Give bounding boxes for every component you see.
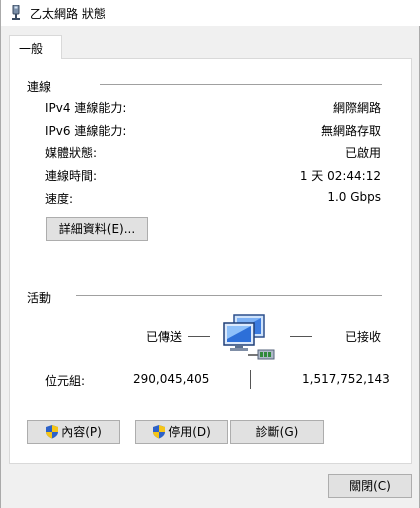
- bytes-received-value: 1,517,752,143: [302, 372, 390, 386]
- diagnose-button[interactable]: 診斷(G): [230, 420, 324, 444]
- title-bar[interactable]: 乙太網路 狀態: [1, 0, 420, 26]
- details-button[interactable]: 詳細資料(E)...: [46, 217, 148, 241]
- activity-divider: [76, 295, 382, 296]
- ipv6-label: IPv6 連線能力:: [45, 124, 127, 138]
- tab-general-label: 一般: [19, 42, 44, 56]
- media-state-label: 媒體狀態:: [45, 146, 98, 160]
- ipv4-label: IPv4 連線能力:: [45, 101, 127, 115]
- general-panel: 連線 IPv4 連線能力: 網際網路 IPv6 連線能力: 無網路存取 媒體狀態…: [9, 58, 412, 464]
- window-title: 乙太網路 狀態: [30, 7, 106, 21]
- duration-value: 1 天 02:44:12: [299, 169, 381, 183]
- properties-button[interactable]: 內容(P): [27, 420, 120, 444]
- bytes-label: 位元組:: [45, 374, 86, 388]
- connection-heading: 連線: [27, 80, 52, 94]
- activity-heading: 活動: [27, 291, 52, 305]
- properties-label: 內容(P): [61, 425, 102, 439]
- received-line: [290, 336, 312, 337]
- sent-label: 已傳送: [146, 330, 183, 344]
- uac-shield-icon: [153, 424, 166, 438]
- connection-divider: [100, 84, 382, 85]
- media-state-value: 已啟用: [344, 146, 381, 160]
- sent-line: [188, 336, 210, 337]
- speed-value: 1.0 Gbps: [327, 190, 381, 204]
- bytes-sent-value: 290,045,405: [133, 372, 210, 386]
- tab-general[interactable]: 一般: [9, 35, 62, 59]
- close-button[interactable]: 關閉(C): [328, 474, 412, 498]
- duration-label: 連線時間:: [45, 169, 98, 183]
- bytes-divider: [250, 370, 251, 389]
- received-label: 已接收: [345, 330, 382, 344]
- network-computers-icon: [223, 314, 275, 360]
- speed-label: 速度:: [45, 192, 74, 206]
- uac-shield-icon: [46, 424, 59, 438]
- disable-label: 停用(D): [168, 425, 211, 439]
- ipv4-value: 網際網路: [332, 101, 381, 115]
- disable-button[interactable]: 停用(D): [135, 420, 228, 444]
- network-status-dialog: 乙太網路 狀態 一般 連線 IPv4 連線能力: 網際網路 IPv6 連線能力:…: [0, 0, 420, 508]
- ipv6-value: 無網路存取: [320, 124, 381, 138]
- network-adapter-icon: [12, 5, 20, 20]
